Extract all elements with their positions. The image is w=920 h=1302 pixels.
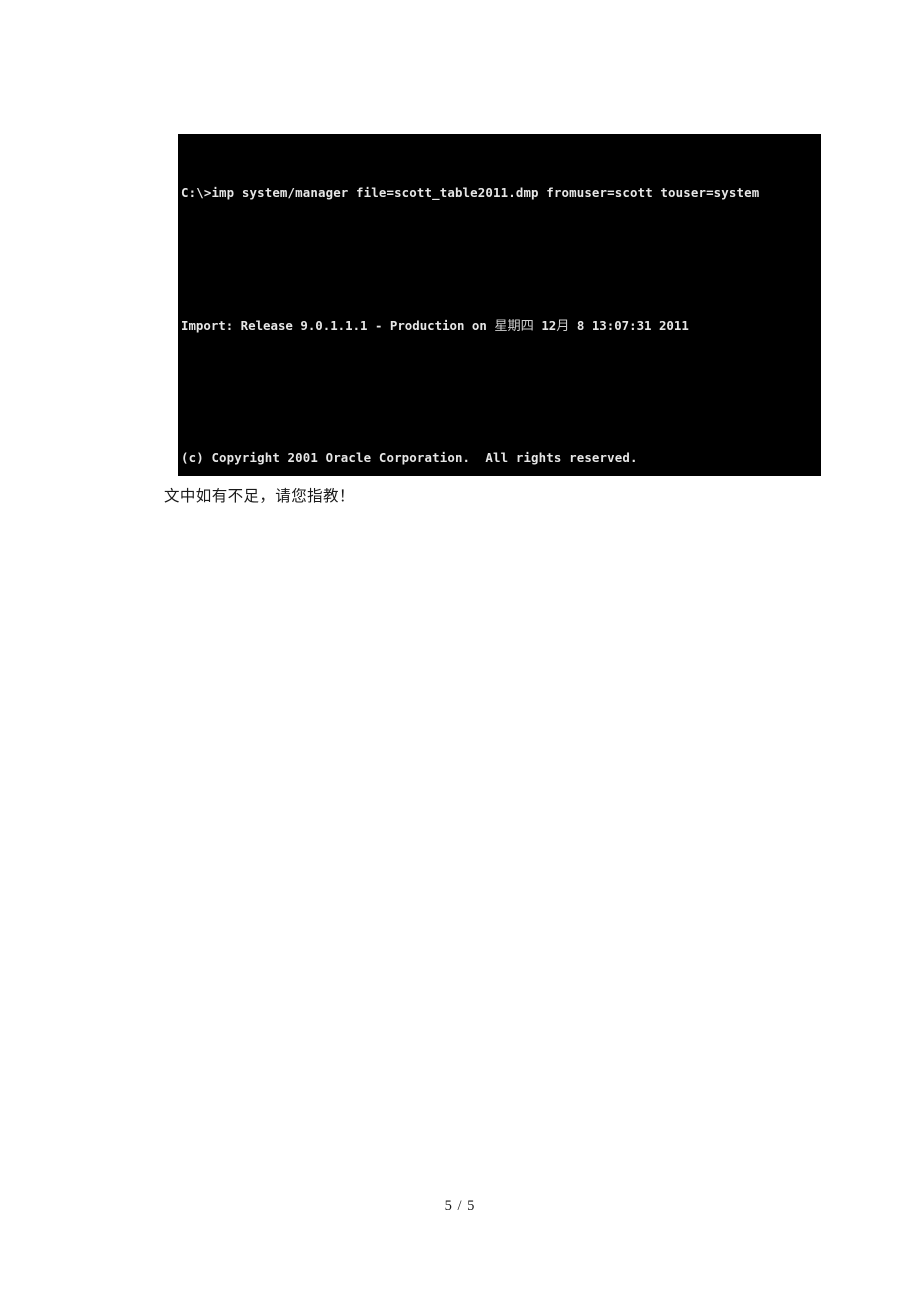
page-number-footer: 5 / 5 xyxy=(444,1198,476,1214)
console-screenshot: C:\>imp system/manager file=scott_table2… xyxy=(178,134,821,476)
import-release-month-char: 月 xyxy=(556,318,570,334)
console-line-blank xyxy=(181,251,821,268)
import-release-month-num: 12 xyxy=(533,317,557,333)
import-release-datetime: 8 13:07:31 2011 xyxy=(569,317,689,333)
console-line-import-release: Import: Release 9.0.1.1.1 - Production o… xyxy=(181,318,821,335)
document-page: C:\>imp system/manager file=scott_table2… xyxy=(0,0,920,1302)
import-release-prefix: Import: Release 9.0.1.1.1 - Production o… xyxy=(181,317,495,333)
body-note-text: 文中如有不足，请您指教！ xyxy=(164,486,355,505)
console-line-copyright: (c) Copyright 2001 Oracle Corporation. A… xyxy=(181,450,638,466)
console-line-command: C:\>imp system/manager file=scott_table2… xyxy=(181,184,760,200)
console-output: C:\>imp system/manager file=scott_table2… xyxy=(181,135,821,476)
import-release-weekday: 星期四 xyxy=(494,318,534,334)
console-line-blank xyxy=(181,384,821,401)
